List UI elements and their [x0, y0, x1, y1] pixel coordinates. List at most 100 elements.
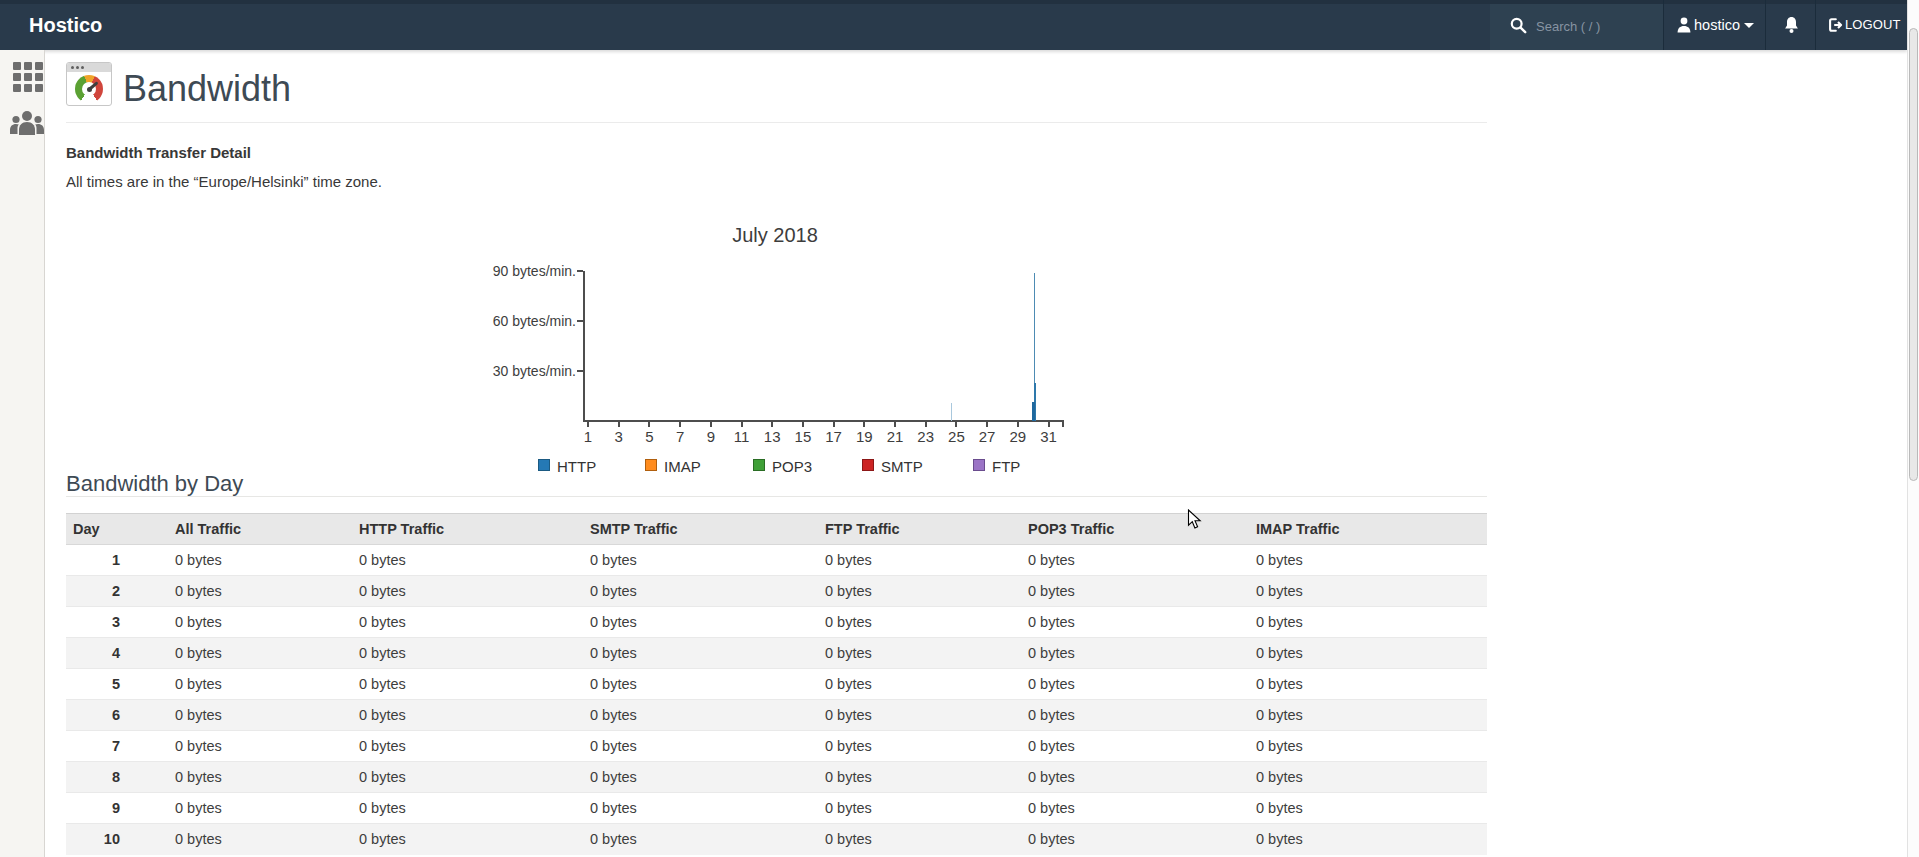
table-cell: 0 bytes — [583, 700, 818, 731]
x-tick — [863, 422, 865, 427]
table-cell: 0 bytes — [818, 731, 1021, 762]
table-cell: 0 bytes — [352, 607, 583, 638]
chart-title: July 2018 — [480, 224, 1070, 247]
x-tick-label: 9 — [696, 428, 726, 445]
table-cell: 0 bytes — [168, 793, 352, 824]
table-cell: 2 — [66, 576, 168, 607]
table-cell: 1 — [66, 545, 168, 576]
x-tick — [587, 422, 589, 427]
table-row: 90 bytes0 bytes0 bytes0 bytes0 bytes0 by… — [66, 793, 1487, 824]
table-cell: 0 bytes — [818, 638, 1021, 669]
chart-data-spike-http — [951, 403, 952, 421]
col-header-http: HTTP Traffic — [352, 514, 583, 545]
table-cell: 0 bytes — [818, 576, 1021, 607]
x-tick-label: 17 — [819, 428, 849, 445]
table-cell: 0 bytes — [352, 669, 583, 700]
legend-swatch — [538, 459, 550, 471]
table-cell: 0 bytes — [818, 762, 1021, 793]
table-cell: 0 bytes — [1249, 824, 1487, 855]
table-cell: 0 bytes — [583, 731, 818, 762]
table-cell: 0 bytes — [352, 762, 583, 793]
table-row: 100 bytes0 bytes0 bytes0 bytes0 bytes0 b… — [66, 824, 1487, 855]
x-tick — [833, 422, 835, 427]
table-heading: Bandwidth by Day — [66, 471, 243, 497]
brand-logo[interactable]: Hostico — [29, 0, 102, 50]
table-cell: 0 bytes — [1021, 638, 1249, 669]
col-header-day: Day — [66, 514, 168, 545]
table-header-row: Day All Traffic HTTP Traffic SMTP Traffi… — [66, 514, 1487, 545]
table-cell: 0 bytes — [583, 638, 818, 669]
x-axis-end-tick — [1062, 422, 1064, 427]
search-icon — [1510, 17, 1527, 34]
legend-label: POP3 — [772, 458, 812, 475]
legend-swatch — [645, 459, 657, 471]
x-tick-label: 23 — [911, 428, 941, 445]
notifications-button[interactable] — [1765, 0, 1815, 50]
table-cell: 6 — [66, 700, 168, 731]
table-cell: 0 bytes — [583, 607, 818, 638]
user-menu-label: hostico — [1694, 0, 1740, 50]
table-row: 20 bytes0 bytes0 bytes0 bytes0 bytes0 by… — [66, 576, 1487, 607]
table-cell: 0 bytes — [168, 762, 352, 793]
table-cell: 0 bytes — [352, 638, 583, 669]
table-row: 40 bytes0 bytes0 bytes0 bytes0 bytes0 by… — [66, 638, 1487, 669]
section-heading: Bandwidth Transfer Detail — [66, 144, 251, 161]
table-cell: 0 bytes — [583, 545, 818, 576]
y-tick-label: 30 bytes/min. — [480, 363, 576, 379]
x-tick-label: 11 — [727, 428, 757, 445]
table-cell: 0 bytes — [1021, 793, 1249, 824]
table-cell: 0 bytes — [583, 576, 818, 607]
x-tick-label: 7 — [665, 428, 695, 445]
table-cell: 0 bytes — [1249, 669, 1487, 700]
table-row: 80 bytes0 bytes0 bytes0 bytes0 bytes0 by… — [66, 762, 1487, 793]
table-cell: 0 bytes — [1021, 762, 1249, 793]
x-tick — [802, 422, 804, 427]
table-cell: 0 bytes — [1021, 700, 1249, 731]
sidebar-item-users[interactable] — [0, 101, 45, 145]
logout-icon — [1827, 17, 1843, 33]
table-cell: 0 bytes — [818, 669, 1021, 700]
col-header-all: All Traffic — [168, 514, 352, 545]
x-tick — [955, 422, 957, 427]
table-cell: 0 bytes — [168, 669, 352, 700]
table-cell: 0 bytes — [818, 793, 1021, 824]
table-cell: 0 bytes — [1021, 545, 1249, 576]
table-cell: 0 bytes — [168, 545, 352, 576]
logout-button[interactable]: LOGOUT — [1815, 0, 1907, 50]
table-cell: 0 bytes — [1249, 607, 1487, 638]
table-cell: 0 bytes — [818, 700, 1021, 731]
search-input[interactable]: Search ( / ) — [1490, 4, 1663, 50]
table-row: 30 bytes0 bytes0 bytes0 bytes0 bytes0 by… — [66, 607, 1487, 638]
table-cell: 5 — [66, 669, 168, 700]
legend-swatch — [862, 459, 874, 471]
x-tick-label: 25 — [941, 428, 971, 445]
x-tick — [618, 422, 620, 427]
table-row: 60 bytes0 bytes0 bytes0 bytes0 bytes0 by… — [66, 700, 1487, 731]
x-tick — [648, 422, 650, 427]
table-cell: 0 bytes — [1249, 700, 1487, 731]
table-cell: 3 — [66, 607, 168, 638]
legend-label: IMAP — [664, 458, 701, 475]
vertical-scrollbar-track[interactable] — [1907, 0, 1919, 857]
col-header-imap: IMAP Traffic — [1249, 514, 1487, 545]
legend-swatch — [973, 459, 985, 471]
table-heading-divider — [66, 496, 1487, 497]
table-cell: 0 bytes — [1249, 576, 1487, 607]
sidebar — [0, 50, 45, 857]
user-icon — [1677, 17, 1691, 33]
y-tick — [577, 270, 583, 272]
x-tick — [1017, 422, 1019, 427]
legend-swatch — [753, 459, 765, 471]
x-tick-label: 1 — [573, 428, 603, 445]
user-menu[interactable]: hostico — [1663, 0, 1765, 50]
table-cell: 0 bytes — [818, 824, 1021, 855]
x-tick-label: 5 — [634, 428, 664, 445]
grid-icon — [13, 62, 43, 92]
sidebar-item-apps[interactable] — [0, 55, 45, 99]
vertical-scrollbar-thumb[interactable] — [1909, 28, 1918, 481]
page-title: Bandwidth — [123, 68, 291, 110]
x-tick — [771, 422, 773, 427]
table-row: 10 bytes0 bytes0 bytes0 bytes0 bytes0 by… — [66, 545, 1487, 576]
y-tick — [577, 320, 583, 322]
table-cell: 0 bytes — [583, 793, 818, 824]
